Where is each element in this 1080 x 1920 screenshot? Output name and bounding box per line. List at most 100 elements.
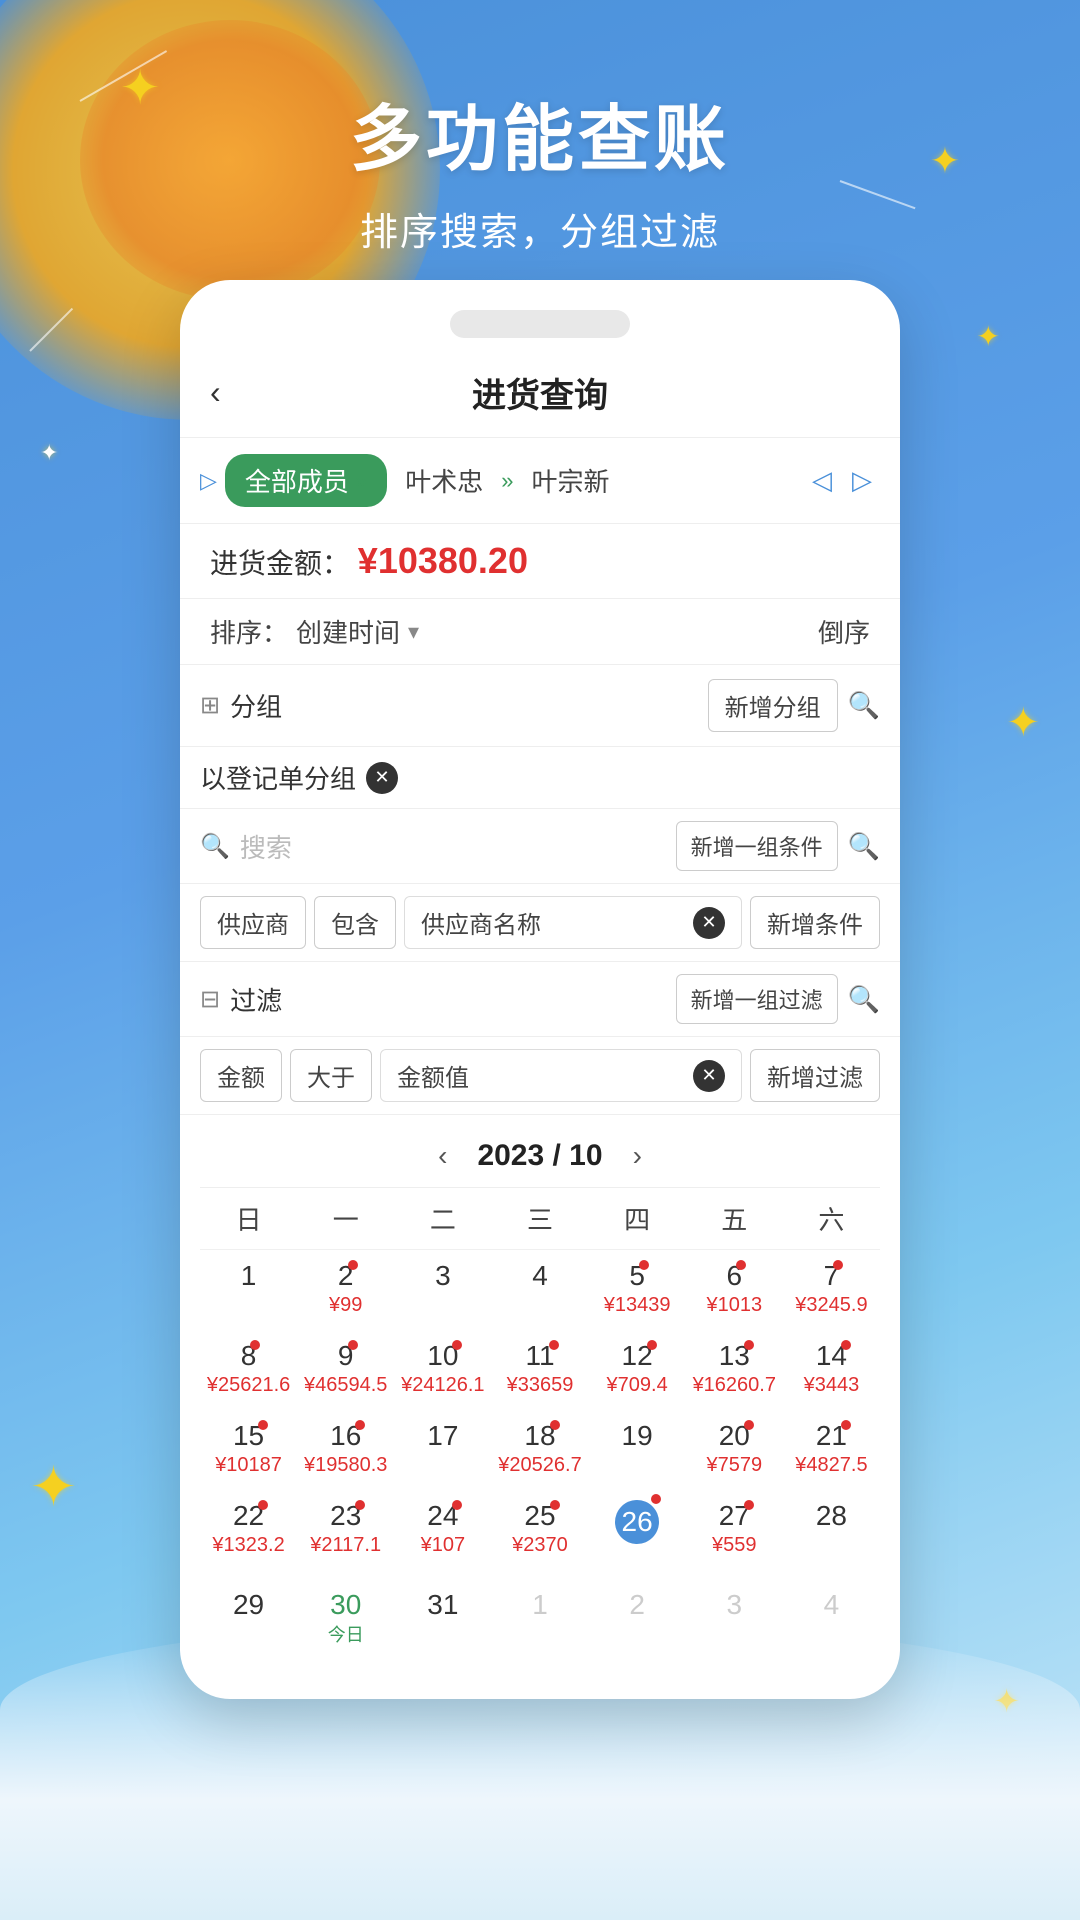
tab-member1[interactable]: 叶术忠 (395, 454, 493, 507)
calendar-day[interactable]: 10¥24126.1 (394, 1330, 491, 1410)
day-amount: ¥3245.9 (795, 1294, 867, 1317)
day-amount: ¥1013 (706, 1294, 762, 1317)
condition-value-input[interactable]: 供应商名称 ✕ (404, 896, 742, 949)
group-search-icon[interactable]: 🔍 (848, 690, 880, 721)
day-dot (833, 1260, 843, 1270)
calendar-day[interactable]: 23¥2117.1 (297, 1490, 394, 1579)
calendar-day[interactable]: 29 (200, 1579, 297, 1659)
calendar-day[interactable]: 3 (394, 1250, 491, 1330)
day-dot (452, 1500, 462, 1510)
calendar-day[interactable]: 25¥2370 (491, 1490, 588, 1579)
calendar-day[interactable]: 4 (783, 1579, 880, 1659)
calendar-day[interactable]: 14¥3443 (783, 1330, 880, 1410)
day-dot (452, 1340, 462, 1350)
add-condition-button[interactable]: 新增条件 (750, 896, 880, 949)
calendar-day[interactable]: 3 (686, 1579, 783, 1659)
day-number: 16 (330, 1420, 361, 1452)
filter-field-chip[interactable]: 金额 (200, 1049, 282, 1102)
day-number: 28 (816, 1500, 847, 1532)
calendar-nav: ‹ 2023 / 10 › (200, 1125, 880, 1188)
calendar-day[interactable]: 11¥33659 (491, 1330, 588, 1410)
calendar-day[interactable]: 18¥20526.7 (491, 1410, 588, 1490)
tab-all-members[interactable]: 全部成员 » (225, 454, 387, 507)
day-dot (736, 1260, 746, 1270)
prev-member-button[interactable]: ◁ (804, 461, 840, 500)
filter-search-icon[interactable]: 🔍 (848, 984, 880, 1015)
calendar-day[interactable]: 24¥107 (394, 1490, 491, 1579)
sort-dropdown[interactable]: 排序： 创建时间 ▾ (210, 613, 818, 650)
day-dot (841, 1420, 851, 1430)
sort-order[interactable]: 倒序 (818, 613, 870, 650)
day-dot (258, 1500, 268, 1510)
weekday-label: 一 (297, 1188, 394, 1249)
day-dot (258, 1420, 268, 1430)
calendar-day[interactable]: 22¥1323.2 (200, 1490, 297, 1579)
calendar-grid: 日一二三四五六 12¥99345¥134396¥10137¥3245.98¥25… (200, 1188, 880, 1659)
calendar-day[interactable]: 17 (394, 1410, 491, 1490)
weekday-label: 二 (394, 1188, 491, 1249)
weekday-label: 日 (200, 1188, 297, 1249)
day-amount: ¥33659 (507, 1374, 574, 1397)
calendar-day[interactable]: 5¥13439 (589, 1250, 686, 1330)
prev-month-button[interactable]: ‹ (438, 1140, 447, 1172)
tab-member2[interactable]: 叶宗新 (521, 454, 619, 507)
double-arrow-icon-2: » (501, 468, 513, 494)
calendar-day[interactable]: 30今日 (297, 1579, 394, 1659)
filter-value-input[interactable]: 金额值 ✕ (380, 1049, 742, 1102)
calendar-day[interactable]: 6¥1013 (686, 1250, 783, 1330)
calendar-day[interactable]: 8¥25621.6 (200, 1330, 297, 1410)
calendar-day[interactable]: 1 (491, 1579, 588, 1659)
calendar-day[interactable]: 4 (491, 1250, 588, 1330)
add-filter-button[interactable]: 新增过滤 (750, 1049, 880, 1102)
star-icon-6: ✦ (30, 1454, 77, 1520)
day-dot (550, 1420, 560, 1430)
back-button[interactable]: ‹ (210, 374, 221, 411)
calendar-day[interactable]: 13¥16260.7 (686, 1330, 783, 1410)
calendar-day[interactable]: 15¥10187 (200, 1410, 297, 1490)
calendar-days[interactable]: 12¥99345¥134396¥10137¥3245.98¥25621.69¥4… (200, 1250, 880, 1659)
remove-filter-button[interactable]: ✕ (693, 1060, 725, 1092)
calendar-day[interactable]: 7¥3245.9 (783, 1250, 880, 1330)
add-filter-group-button[interactable]: 新增一组过滤 (676, 974, 838, 1024)
condition-contains-chip[interactable]: 包含 (314, 896, 396, 949)
next-month-button[interactable]: › (633, 1140, 642, 1172)
page-title: 进货查询 (472, 368, 608, 417)
calendar-day[interactable]: 20¥7579 (686, 1410, 783, 1490)
day-number: 21 (816, 1420, 847, 1452)
condition-supplier-chip[interactable]: 供应商 (200, 896, 306, 949)
calendar-day[interactable]: 12¥709.4 (589, 1330, 686, 1410)
hero-title: 多功能查账 (0, 80, 1080, 185)
member-nav-arrows: ◁ ▷ (804, 461, 880, 500)
day-amount: ¥24126.1 (401, 1374, 484, 1397)
search-input[interactable]: 搜索 (240, 828, 666, 865)
sort-dropdown-icon: ▾ (408, 619, 419, 645)
search-condition-icon[interactable]: 🔍 (848, 831, 880, 862)
app-header: ‹ 进货查询 (180, 358, 900, 438)
day-amount: ¥19580.3 (304, 1454, 387, 1477)
calendar-day[interactable]: 21¥4827.5 (783, 1410, 880, 1490)
filter-header-row: ⊟ 过滤 新增一组过滤 🔍 (180, 962, 900, 1037)
day-number: 11 (525, 1340, 554, 1372)
calendar-day[interactable]: 19 (589, 1410, 686, 1490)
calendar-day[interactable]: 2 (589, 1579, 686, 1659)
member-tabs: ▷ 全部成员 » 叶术忠 » 叶宗新 ◁ ▷ (180, 438, 900, 524)
calendar-day[interactable]: 27¥559 (686, 1490, 783, 1579)
remove-condition-button[interactable]: ✕ (693, 907, 725, 939)
calendar-day[interactable]: 26¥10380.2 (589, 1490, 686, 1579)
group-tag-label: 以登记单分组 (200, 759, 356, 796)
calendar-day[interactable]: 9¥46594.5 (297, 1330, 394, 1410)
calendar-day[interactable]: 2¥99 (297, 1250, 394, 1330)
weekday-label: 四 (589, 1188, 686, 1249)
filter-operator-chip[interactable]: 大于 (290, 1049, 372, 1102)
next-member-button[interactable]: ▷ (844, 461, 880, 500)
weekday-label: 五 (686, 1188, 783, 1249)
calendar-day[interactable]: 16¥19580.3 (297, 1410, 394, 1490)
calendar-day[interactable]: 1 (200, 1250, 297, 1330)
calendar-day[interactable]: 31 (394, 1579, 491, 1659)
calendar-day[interactable]: 28 (783, 1490, 880, 1579)
add-group-button[interactable]: 新增分组 (708, 679, 838, 732)
sort-row: 排序： 创建时间 ▾ 倒序 (180, 599, 900, 665)
condition-row: 供应商 包含 供应商名称 ✕ 新增条件 (180, 884, 900, 962)
remove-group-tag-button[interactable]: ✕ (366, 762, 398, 794)
add-condition-group-button[interactable]: 新增一组条件 (676, 821, 838, 871)
